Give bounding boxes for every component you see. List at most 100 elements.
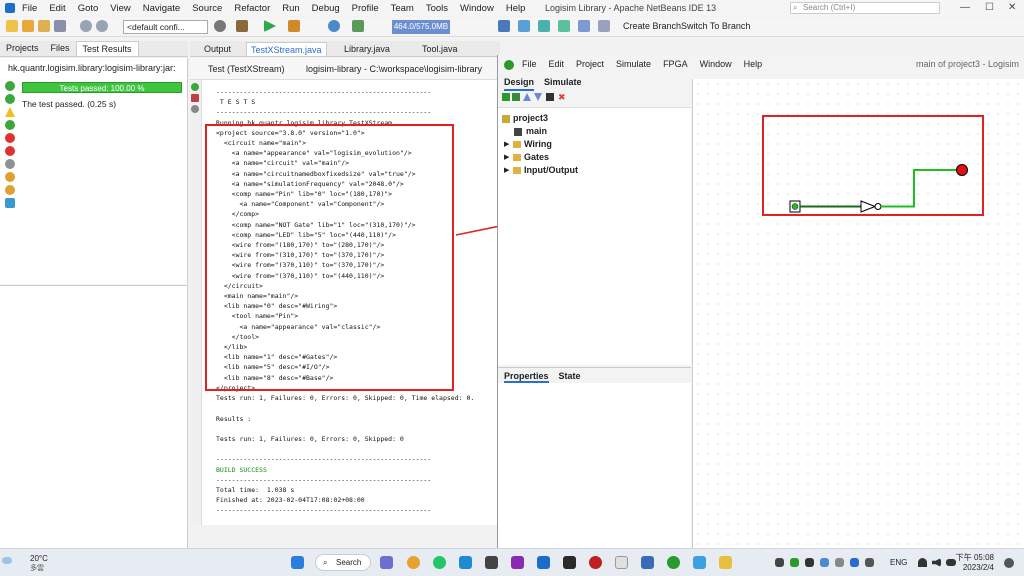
search-input[interactable]: ⌕ Search (Ctrl+I) [790, 2, 940, 14]
tab-state[interactable]: State [559, 368, 581, 383]
notification-icon[interactable] [1004, 558, 1014, 568]
error-icon[interactable] [5, 146, 15, 156]
lg-menu-fpga[interactable]: FPGA [663, 59, 688, 69]
tree-gates[interactable]: Gates [524, 152, 549, 162]
wifi-icon[interactable] [918, 558, 927, 567]
outlook-icon[interactable] [537, 556, 550, 569]
tree-project3[interactable]: project3 [513, 113, 548, 123]
rerun-failed-icon[interactable] [5, 94, 15, 104]
tab-output[interactable]: Output [200, 42, 235, 56]
menu-team[interactable]: Team [391, 3, 414, 14]
tab-properties[interactable]: Properties [504, 368, 549, 383]
lg-menu-file[interactable]: File [522, 59, 537, 69]
volume-icon[interactable] [932, 558, 941, 567]
menu-view[interactable]: View [110, 3, 130, 14]
run-icon[interactable] [264, 20, 276, 32]
expand-wiring-icon[interactable]: ▶ [504, 140, 509, 148]
minimize-button[interactable]: — [960, 2, 970, 13]
taskbar-search[interactable]: ⌕ Search [315, 554, 371, 571]
start-icon[interactable] [291, 556, 304, 569]
app-icon[interactable] [589, 556, 602, 569]
tab-files[interactable]: Files [45, 41, 76, 56]
output-tab-test[interactable]: Test (TestXStream) [208, 64, 285, 74]
git-rebase-icon[interactable] [598, 20, 610, 32]
notepad-icon[interactable] [693, 556, 706, 569]
expand-io-icon[interactable]: ▶ [504, 166, 509, 174]
redo-icon[interactable] [96, 20, 108, 32]
git-pull-icon[interactable] [538, 20, 550, 32]
tray-icon[interactable] [865, 558, 874, 567]
tray-icon[interactable] [775, 558, 784, 567]
gear-icon[interactable] [214, 20, 226, 32]
apply-code-icon[interactable] [352, 20, 364, 32]
whatsapp-icon[interactable] [433, 556, 446, 569]
rerun-output-icon[interactable] [191, 83, 199, 91]
menu-source[interactable]: Source [192, 3, 222, 14]
onenote-icon[interactable] [511, 556, 524, 569]
chrome-icon[interactable] [407, 556, 420, 569]
tree-main[interactable]: main [526, 126, 547, 136]
git-push-icon[interactable] [518, 20, 530, 32]
close-button[interactable]: ✕ [1008, 2, 1016, 13]
menu-tools[interactable]: Tools [426, 3, 448, 14]
git-commit-icon[interactable] [498, 20, 510, 32]
create-branch-button[interactable]: Create Branch [623, 21, 681, 31]
weather-icon[interactable] [2, 557, 12, 564]
netbeans-taskbar-icon[interactable] [641, 556, 654, 569]
menu-refactor[interactable]: Refactor [234, 3, 270, 14]
add-vhdl-icon[interactable] [512, 93, 520, 101]
menu-profile[interactable]: Profile [352, 3, 379, 14]
profile-icon[interactable] [328, 20, 340, 32]
battery-icon[interactable] [946, 559, 956, 566]
app-icon[interactable] [615, 556, 628, 569]
tray-icon[interactable] [790, 558, 799, 567]
tab-library[interactable]: Library.java [340, 42, 394, 56]
memory-indicator[interactable]: 464.0/575.0MB [392, 20, 450, 34]
system-clock[interactable]: 下午 05:08 2023/2/4 [956, 553, 994, 573]
menu-help[interactable]: Help [506, 3, 526, 14]
lg-menu-help[interactable]: Help [744, 59, 763, 69]
history-icon[interactable] [5, 198, 15, 208]
folder-taskbar-icon[interactable] [719, 556, 732, 569]
tree-wiring[interactable]: Wiring [524, 139, 552, 149]
passed-icon[interactable] [5, 120, 15, 130]
weather-widget[interactable]: 20°C 多雲 [14, 554, 48, 573]
menu-navigate[interactable]: Navigate [143, 3, 181, 14]
warning-icon[interactable] [5, 107, 15, 117]
clean-build-icon[interactable] [236, 20, 248, 32]
tab-simulate[interactable]: Simulate [544, 77, 582, 91]
switch-branch-button[interactable]: Switch To Branch [681, 21, 750, 31]
tray-icon[interactable] [835, 558, 844, 567]
delete-icon[interactable]: ✖ [558, 93, 566, 102]
rerun-icon[interactable] [5, 81, 15, 91]
git-fetch-icon[interactable] [558, 20, 570, 32]
config-select[interactable]: <default confi... [123, 20, 208, 34]
output-tab-build[interactable]: logisim-library - C:\workspace\logisim-l… [306, 64, 482, 74]
lg-menu-project[interactable]: Project [576, 59, 604, 69]
skipped-icon[interactable] [5, 159, 15, 169]
input-language[interactable]: ENG [890, 558, 907, 567]
expand-gates-icon[interactable]: ▶ [504, 153, 509, 161]
menu-window[interactable]: Window [460, 3, 494, 14]
tab-projects[interactable]: Projects [0, 41, 45, 56]
teams-icon[interactable] [380, 556, 393, 569]
tab-design[interactable]: Design [504, 77, 535, 91]
explorer-icon[interactable] [485, 556, 498, 569]
git-merge-icon[interactable] [578, 20, 590, 32]
tray-icon[interactable] [805, 558, 814, 567]
menu-goto[interactable]: Goto [78, 3, 99, 14]
settings-icon[interactable] [191, 105, 199, 113]
save-all-icon[interactable] [54, 20, 66, 32]
next-icon[interactable] [5, 185, 15, 195]
add-circuit-icon[interactable] [502, 93, 510, 101]
menu-debug[interactable]: Debug [312, 3, 340, 14]
tree-input-output[interactable]: Input/Output [524, 165, 578, 175]
undo-icon[interactable] [80, 20, 92, 32]
menu-file[interactable]: File [22, 3, 37, 14]
tab-testxstream[interactable]: TestXStream.java [246, 42, 327, 56]
menu-run[interactable]: Run [282, 3, 299, 14]
vscode-icon[interactable] [459, 556, 472, 569]
terminal-icon[interactable] [563, 556, 576, 569]
stop-icon[interactable] [191, 94, 199, 102]
open-project-icon[interactable] [38, 20, 50, 32]
